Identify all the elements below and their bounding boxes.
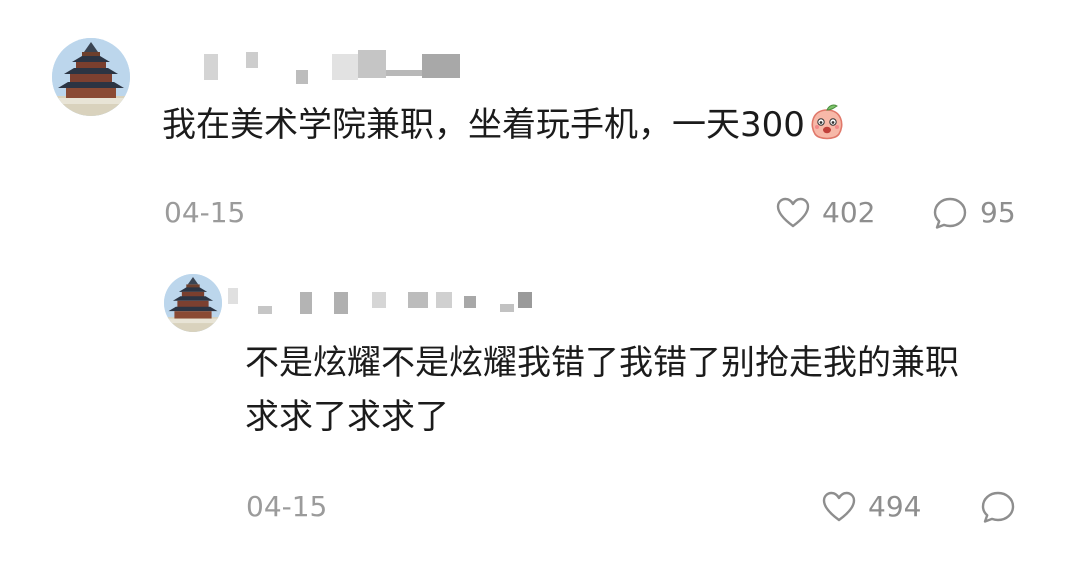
comment-bubble-icon xyxy=(981,491,1015,523)
comment-text: 我在美术学院兼职，坐着玩手机，一天300 xyxy=(162,96,847,160)
like-button[interactable]: 494 xyxy=(822,490,921,524)
like-count: 402 xyxy=(822,196,876,229)
heart-icon xyxy=(822,491,856,522)
like-count: 494 xyxy=(868,490,922,523)
comment-bubble-icon xyxy=(933,197,967,229)
heart-icon xyxy=(776,197,810,228)
avatar[interactable] xyxy=(52,38,130,116)
reply-text-line-2: 求求了求求了 xyxy=(245,397,449,437)
temple-of-heaven-avatar-icon xyxy=(52,38,130,116)
redacted-username[interactable] xyxy=(200,48,470,88)
reply-button[interactable] xyxy=(980,490,1016,524)
comment-date: 04-15 xyxy=(164,196,246,229)
comment-date: 04-15 xyxy=(246,490,328,523)
reply-text-line-1: 不是炫耀不是炫耀我错了我错了别抢走我的兼职 xyxy=(245,343,959,383)
reply-count: 95 xyxy=(980,196,1016,229)
temple-of-heaven-avatar-icon xyxy=(164,274,222,332)
reply-button[interactable]: 95 xyxy=(932,196,1016,230)
like-button[interactable]: 402 xyxy=(776,196,875,230)
avatar[interactable] xyxy=(164,274,222,332)
redacted-username[interactable] xyxy=(226,284,546,320)
peach-emoji-icon xyxy=(807,102,847,160)
